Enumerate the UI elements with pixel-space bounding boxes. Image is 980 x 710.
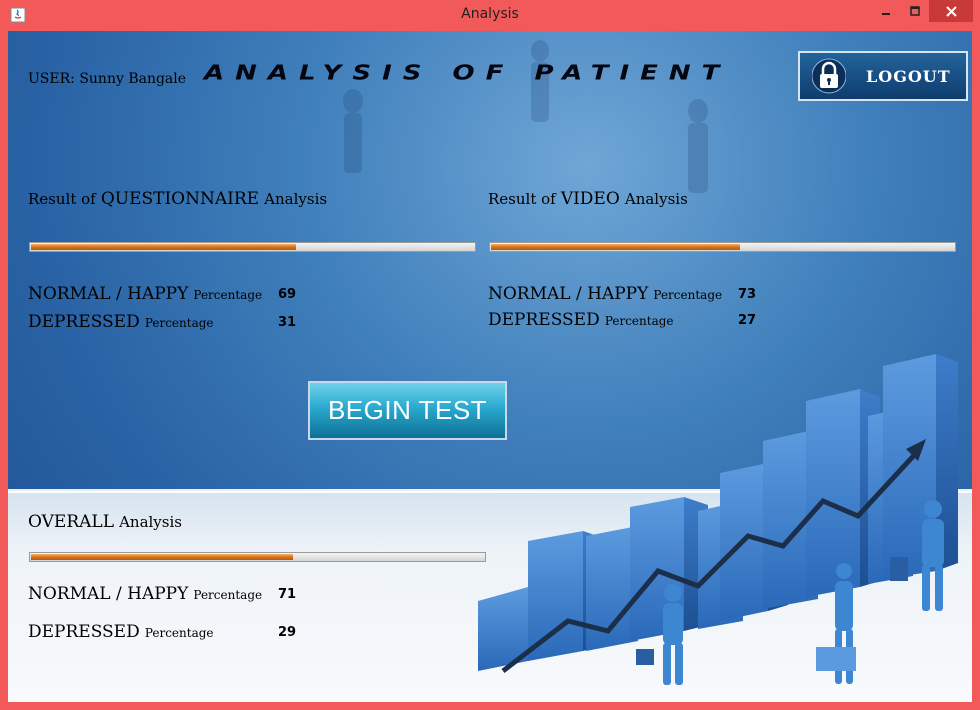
begin-test-button[interactable]: BEGIN TEST [308,381,507,440]
questionnaire-progress-bar [29,242,476,252]
analysis-window: Analysis USER: Sunny Bangale ANALYSIS OF… [0,0,980,710]
content-panel: USER: Sunny Bangale Analysis of Patient … [8,31,972,702]
video-progress-fill [491,244,741,250]
title-bar[interactable]: Analysis [0,0,980,31]
overall-depressed-text: DEPRESSED [28,622,140,642]
questionnaire-normal-value: 69 [278,287,297,302]
video-depressed-text: DEPRESSED [488,310,600,330]
overall-depressed-value: 29 [278,625,297,640]
video-title-suffix: Analysis [624,190,688,208]
questionnaire-depressed-value: 31 [278,315,297,330]
video-normal-label: NORMAL / HAPPY Percentage [488,284,722,304]
overall-title: OVERALL Analysis [28,512,182,532]
video-normal-text: NORMAL / HAPPY [488,284,649,304]
questionnaire-normal-suffix: Percentage [193,288,263,302]
questionnaire-title: Result of QUESTIONNAIRE Analysis [28,189,327,209]
overall-depressed-label: DEPRESSED Percentage [28,622,214,642]
logout-label: LOGOUT [866,66,951,86]
video-depressed-label: DEPRESSED Percentage [488,310,674,330]
close-button[interactable] [929,0,973,22]
video-title: Result of VIDEO Analysis [488,189,688,209]
close-icon [945,5,957,17]
video-normal-value: 73 [738,287,757,302]
user-label: USER: Sunny Bangale [28,71,187,87]
video-title-prefix: Result of [488,190,556,208]
minimize-icon [882,13,890,15]
maximize-button[interactable] [901,0,929,22]
maximize-icon [910,6,920,16]
video-progress-bar [489,242,956,252]
overall-progress-bar [29,552,486,562]
questionnaire-title-prefix: Result of [28,190,96,208]
overall-title-main: OVERALL [28,512,114,532]
video-title-main: VIDEO [560,189,620,209]
padlock-icon [812,58,846,94]
questionnaire-normal-text: NORMAL / HAPPY [28,284,189,304]
video-depressed-suffix: Percentage [604,314,674,328]
questionnaire-depressed-label: DEPRESSED Percentage [28,312,214,332]
window-title: Analysis [461,6,519,22]
begin-test-label: BEGIN TEST [327,395,488,425]
logout-button[interactable]: LOGOUT [798,51,968,101]
questionnaire-depressed-suffix: Percentage [144,316,214,330]
questionnaire-normal-label: NORMAL / HAPPY Percentage [28,284,262,304]
questionnaire-title-suffix: Analysis [264,190,328,208]
overall-normal-value: 71 [278,587,297,602]
page-title: Analysis of Patient [204,61,731,85]
overall-depressed-suffix: Percentage [144,626,214,640]
video-depressed-value: 27 [738,313,757,328]
minimize-button[interactable] [872,0,900,22]
questionnaire-title-main: QUESTIONNAIRE [100,189,260,209]
overall-progress-fill [31,554,293,560]
questionnaire-depressed-text: DEPRESSED [28,312,140,332]
video-normal-suffix: Percentage [653,288,723,302]
overall-normal-label: NORMAL / HAPPY Percentage [28,584,262,604]
overall-normal-suffix: Percentage [193,588,263,602]
overall-normal-text: NORMAL / HAPPY [28,584,189,604]
overall-title-suffix: Analysis [119,513,182,531]
questionnaire-progress-fill [31,244,296,250]
